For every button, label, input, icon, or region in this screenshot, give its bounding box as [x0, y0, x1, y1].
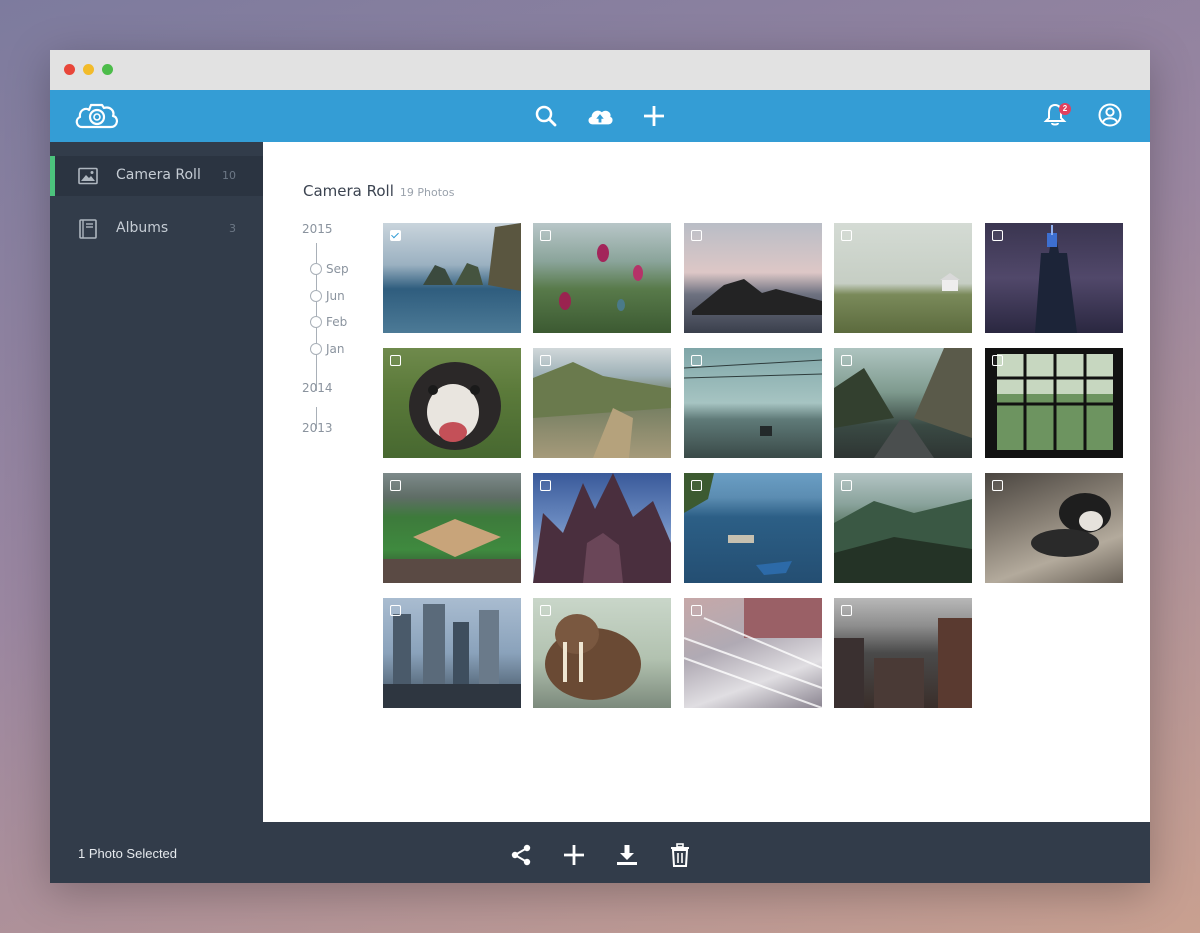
photo-thumbnail[interactable] [684, 223, 822, 333]
photo-checkbox[interactable] [540, 480, 551, 491]
photo-checkbox[interactable] [540, 230, 551, 241]
photo-thumbnail[interactable] [533, 473, 671, 583]
sidebar-item-count: 3 [229, 222, 236, 235]
plus-icon[interactable] [561, 842, 587, 868]
photo-checkbox[interactable] [390, 355, 401, 366]
timeline-year-2015[interactable]: 2015 [302, 222, 333, 236]
photo-thumbnail[interactable] [383, 223, 521, 333]
timeline-month-jan[interactable]: Jan [326, 342, 345, 356]
photo-thumbnail[interactable] [684, 348, 822, 458]
timeline-month-jun[interactable]: Jun [326, 289, 345, 303]
share-icon[interactable] [508, 842, 534, 868]
page-title-text: Camera Roll [303, 182, 394, 200]
photo-checkbox[interactable] [841, 355, 852, 366]
sidebar: Camera Roll 10 Albums 3 [50, 142, 263, 822]
notification-badge: 2 [1059, 103, 1071, 115]
photo-checkbox[interactable] [841, 480, 852, 491]
photo-thumbnail[interactable] [533, 598, 671, 708]
photo-thumbnail[interactable] [834, 348, 972, 458]
photo-thumbnail[interactable] [684, 473, 822, 583]
photo-checkbox[interactable] [992, 355, 1003, 366]
plus-icon[interactable] [640, 102, 668, 130]
photo-thumbnail[interactable] [985, 348, 1123, 458]
download-icon[interactable] [614, 842, 640, 868]
photo-thumbnail[interactable] [684, 598, 822, 708]
photo-checkbox[interactable] [540, 355, 551, 366]
sidebar-item-albums[interactable]: Albums 3 [50, 209, 263, 249]
photo-checkbox[interactable] [992, 230, 1003, 241]
photo-checkbox[interactable] [390, 605, 401, 616]
image-icon [78, 166, 98, 186]
minimize-window-button[interactable] [83, 64, 94, 75]
sidebar-item-count: 10 [222, 169, 236, 182]
photo-checkbox[interactable] [540, 605, 551, 616]
title-bar [50, 50, 1150, 90]
photo-thumbnail[interactable] [533, 348, 671, 458]
app-window: 2 Camera Roll 10 Albums 3 Camera Roll 19 … [50, 50, 1150, 883]
photo-thumbnail[interactable] [985, 223, 1123, 333]
timeline-dot [310, 263, 322, 275]
photo-thumbnail[interactable] [834, 223, 972, 333]
photo-thumbnail[interactable] [533, 223, 671, 333]
cloud-upload-icon[interactable] [586, 102, 614, 130]
timeline-month-sep[interactable]: Sep [326, 262, 349, 276]
photo-checkbox[interactable] [691, 605, 702, 616]
album-book-icon [78, 219, 98, 239]
timeline-year-2014[interactable]: 2014 [302, 381, 333, 395]
photo-thumbnail[interactable] [834, 598, 972, 708]
timeline-dot [310, 316, 322, 328]
photo-count: 19 Photos [399, 186, 455, 199]
timeline-year-2013[interactable]: 2013 [302, 421, 333, 435]
photo-thumbnail[interactable] [985, 473, 1123, 583]
maximize-window-button[interactable] [102, 64, 113, 75]
sidebar-item-label: Camera Roll [116, 167, 201, 183]
selection-status: 1 Photo Selected [78, 846, 178, 861]
photo-thumbnail[interactable] [383, 348, 521, 458]
timeline-month-feb[interactable]: Feb [326, 315, 347, 329]
sidebar-item-camera-roll[interactable]: Camera Roll 10 [50, 156, 263, 196]
timeline-dot [310, 290, 322, 302]
photo-thumbnail[interactable] [383, 598, 521, 708]
photo-thumbnail[interactable] [834, 473, 972, 583]
main-content: Camera Roll 19 Photos 2015 Sep Jun Feb Ja… [263, 142, 1150, 822]
photo-checkbox[interactable] [841, 605, 852, 616]
camera-cloud-icon[interactable] [74, 97, 120, 135]
user-circle-icon[interactable] [1097, 102, 1125, 130]
timeline: 2015 Sep Jun Feb Jan 2014 2013 [301, 222, 371, 452]
top-bar: 2 [50, 90, 1150, 142]
close-window-button[interactable] [64, 64, 75, 75]
photo-checkbox[interactable] [691, 355, 702, 366]
trash-icon[interactable] [667, 842, 693, 868]
photo-checkbox[interactable] [390, 230, 401, 241]
photo-checkbox[interactable] [992, 480, 1003, 491]
search-icon[interactable] [532, 102, 560, 130]
notifications-button[interactable]: 2 [1043, 102, 1071, 130]
photo-checkbox[interactable] [841, 230, 852, 241]
bottom-action-bar: 1 Photo Selected [50, 822, 1150, 883]
photo-checkbox[interactable] [691, 230, 702, 241]
photo-thumbnail[interactable] [383, 473, 521, 583]
sidebar-item-label: Albums [116, 220, 169, 236]
photo-checkbox[interactable] [691, 480, 702, 491]
timeline-dot [310, 343, 322, 355]
page-title: Camera Roll 19 Photos [303, 182, 455, 200]
photo-checkbox[interactable] [390, 480, 401, 491]
